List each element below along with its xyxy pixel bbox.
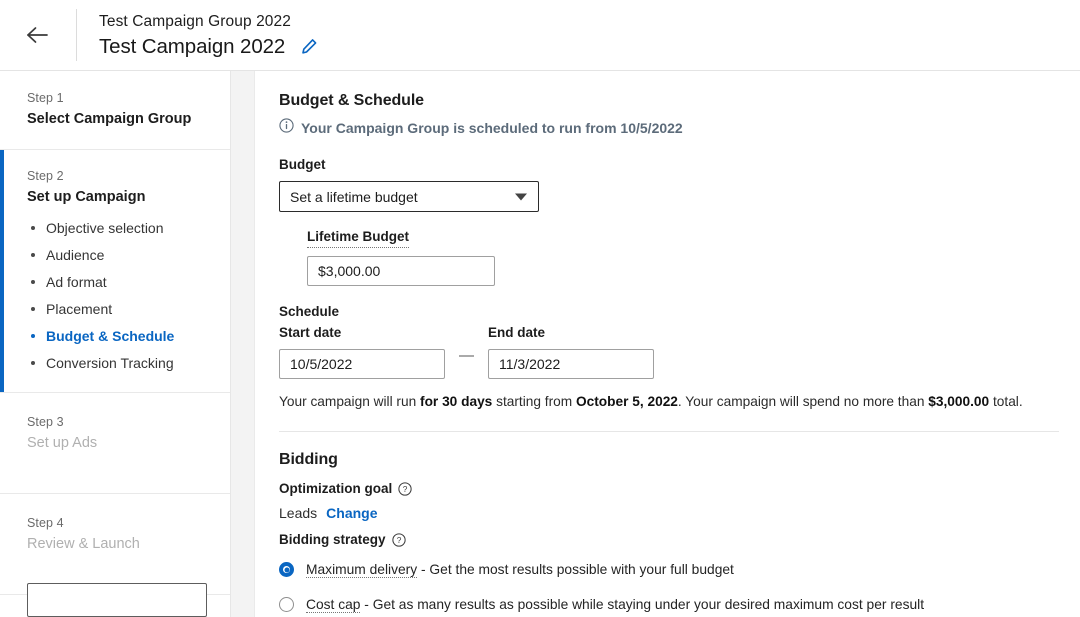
bidding-option-cost-cap[interactable]: Cost cap - Get as many results as possib… [279, 595, 1058, 614]
optimization-goal-row: Optimization goal ? [279, 480, 1058, 498]
substep-label: Objective selection [46, 220, 164, 236]
start-date-group: Start date 10/5/2022 [279, 324, 445, 379]
chevron-down-icon [515, 193, 527, 200]
summary-mid: starting from [492, 394, 576, 409]
section-divider [279, 431, 1059, 432]
end-date-value: 11/3/2022 [499, 356, 560, 372]
lifetime-budget-label-text[interactable]: Lifetime Budget [307, 228, 409, 248]
bidding-option-label: Cost cap - Get as many results as possib… [306, 595, 924, 614]
lifetime-budget-input[interactable]: $3,000.00 [307, 256, 495, 286]
date-range-separator: — [459, 341, 474, 371]
campaign-setup-page: Test Campaign Group 2022 Test Campaign 2… [0, 0, 1080, 617]
substep-label: Placement [46, 301, 112, 317]
step-eyebrow: Step 2 [27, 168, 212, 185]
svg-text:?: ? [396, 535, 401, 545]
header-divider [76, 9, 77, 61]
bidding-strategy-row: Bidding strategy ? [279, 531, 1058, 549]
schedule-notice-text: Your Campaign Group is scheduled to run … [301, 119, 683, 138]
step-2-substeps: Objective selection Audience Ad format P… [27, 219, 212, 372]
end-date-label: End date [488, 324, 654, 342]
substep-label: Conversion Tracking [46, 355, 174, 371]
summary-mid2: . Your campaign will spend no more than [678, 394, 928, 409]
bidding-title: Bidding [279, 449, 1058, 471]
bidding-option-maximum-delivery[interactable]: Maximum delivery - Get the most results … [279, 560, 1058, 579]
page-title: Budget & Schedule [279, 90, 1058, 112]
campaign-group-name: Test Campaign Group 2022 [99, 11, 318, 32]
optimization-goal-label: Optimization goal [279, 480, 392, 498]
sidebar-action-button[interactable] [27, 583, 207, 617]
step-title: Set up Ads [27, 433, 212, 453]
sidebar-footer [0, 565, 231, 617]
pencil-icon[interactable] [301, 38, 318, 55]
summary-date: October 5, 2022 [576, 394, 678, 409]
step-eyebrow: Step 1 [27, 90, 212, 107]
substep-label: Audience [46, 247, 104, 263]
bidding-option-desc: - Get as many results as possible while … [360, 597, 924, 612]
sidebar-item-budget-schedule[interactable]: Budget & Schedule [29, 327, 212, 345]
step-eyebrow: Step 4 [27, 515, 212, 532]
lifetime-budget-label: Lifetime Budget [307, 228, 1058, 248]
start-date-label: Start date [279, 324, 445, 342]
substep-label: Budget & Schedule [46, 328, 174, 344]
schedule-summary: Your campaign will run for 30 days start… [279, 392, 1058, 411]
bidding-option-term: Maximum delivery [306, 562, 417, 578]
summary-prefix: Your campaign will run [279, 394, 420, 409]
schedule-notice: Your Campaign Group is scheduled to run … [279, 118, 1058, 138]
radio-maximum-delivery[interactable] [279, 562, 294, 577]
optimization-goal-value: Leads [279, 505, 317, 521]
sidebar-item-audience[interactable]: Audience [29, 246, 212, 264]
step-title: Select Campaign Group [27, 109, 212, 129]
sidebar-item-placement[interactable]: Placement [29, 300, 212, 318]
bidding-strategy-options: Maximum delivery - Get the most results … [279, 560, 1058, 617]
lifetime-budget-value: $3,000.00 [318, 263, 380, 279]
step-title: Review & Launch [27, 534, 212, 554]
step-eyebrow: Step 3 [27, 414, 212, 431]
lifetime-budget-group: Lifetime Budget $3,000.00 [307, 228, 1058, 286]
sidebar-step-1[interactable]: Step 1 Select Campaign Group [0, 71, 230, 150]
start-date-input[interactable]: 10/5/2022 [279, 349, 445, 379]
sidebar-item-ad-format[interactable]: Ad format [29, 273, 212, 291]
budget-type-value: Set a lifetime budget [290, 189, 418, 205]
question-circle-icon[interactable]: ? [392, 533, 406, 547]
bidding-option-term: Cost cap [306, 597, 360, 613]
radio-cost-cap[interactable] [279, 597, 294, 612]
question-circle-icon[interactable]: ? [398, 482, 412, 496]
info-circle-icon [279, 118, 294, 138]
summary-suffix: total. [989, 394, 1022, 409]
stepper-sidebar: Step 1 Select Campaign Group Step 2 Set … [0, 71, 231, 617]
bidding-strategy-label: Bidding strategy [279, 531, 386, 549]
content-gutter [231, 71, 255, 617]
end-date-input[interactable]: 11/3/2022 [488, 349, 654, 379]
schedule-label: Schedule [279, 303, 1058, 321]
sidebar-step-2[interactable]: Step 2 Set up Campaign Objective selecti… [0, 150, 230, 393]
sidebar-item-objective-selection[interactable]: Objective selection [29, 219, 212, 237]
budget-type-select[interactable]: Set a lifetime budget [279, 181, 539, 212]
page-header: Test Campaign Group 2022 Test Campaign 2… [0, 0, 1080, 71]
change-optimization-goal-link[interactable]: Change [326, 505, 377, 521]
substep-label: Ad format [46, 274, 107, 290]
bidding-option-label: Maximum delivery - Get the most results … [306, 560, 734, 579]
arrow-left-icon [25, 25, 51, 45]
header-titles: Test Campaign Group 2022 Test Campaign 2… [99, 11, 318, 60]
sidebar-item-conversion-tracking[interactable]: Conversion Tracking [29, 354, 212, 372]
svg-text:?: ? [403, 484, 408, 494]
sidebar-step-3[interactable]: Step 3 Set up Ads [0, 393, 230, 494]
bidding-option-desc: - Get the most results possible with you… [417, 562, 734, 577]
back-button[interactable] [0, 0, 76, 71]
summary-amount: $3,000.00 [928, 394, 989, 409]
main-content: Budget & Schedule Your Campaign Group is… [255, 71, 1080, 617]
step-title: Set up Campaign [27, 187, 212, 207]
end-date-group: End date 11/3/2022 [488, 324, 654, 379]
optimization-goal-value-row: Leads Change [279, 505, 1058, 521]
campaign-name: Test Campaign 2022 [99, 34, 285, 60]
budget-label: Budget [279, 156, 1058, 174]
active-step-indicator [0, 150, 4, 392]
summary-duration: for 30 days [420, 394, 492, 409]
start-date-value: 10/5/2022 [290, 356, 352, 372]
date-range-row: Start date 10/5/2022 — End date 11/3/202… [279, 324, 1058, 379]
